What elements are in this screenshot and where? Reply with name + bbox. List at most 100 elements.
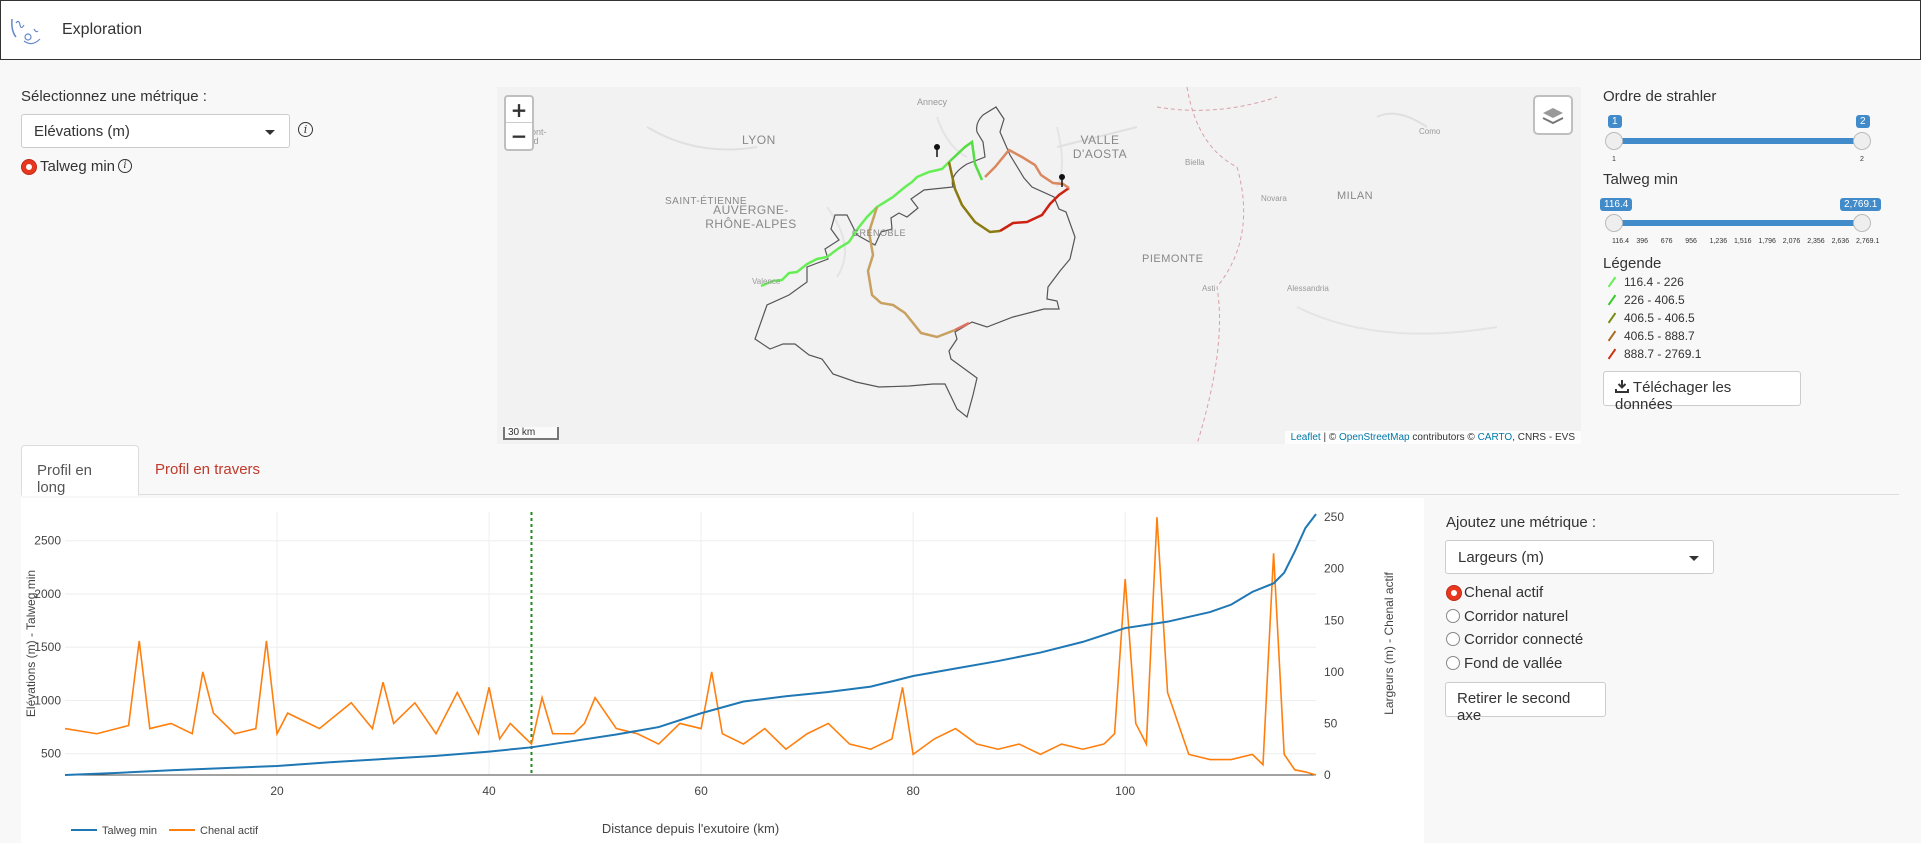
strahler-tick: 2: [1860, 156, 1864, 163]
y-tick-label: 1500: [34, 640, 61, 654]
talweg-max-handle[interactable]: [1853, 214, 1871, 232]
legend-line-icon: [1607, 330, 1617, 342]
legend-item-label: 406.5 - 888.7: [1624, 329, 1695, 343]
talweg-tick: 116.4: [1612, 238, 1629, 245]
talweg-tick: 1,236: [1709, 238, 1728, 245]
second-metric-label: Ajoutez une métrique :: [1446, 514, 1597, 531]
talweg-tick: 2,356: [1807, 238, 1825, 245]
second-metric-select-value: Largeurs (m): [1458, 549, 1544, 566]
x-tick-label: 40: [482, 784, 496, 798]
radio-talweg-min[interactable]: [21, 159, 37, 175]
talweg-slider-track[interactable]: [1614, 220, 1863, 226]
series-line-talweg-min: [64, 513, 1317, 776]
profile-chart[interactable]: 20 40 60 80 100 500 1000 1500 2000 2500 0 50 100 150 2…: [21, 498, 1424, 843]
talweg-tick: 2,076: [1782, 238, 1801, 245]
chevron-down-icon: [265, 130, 275, 135]
map-place-label: PIEMONTE: [1142, 253, 1204, 265]
map-place-label: GRENOBLE: [852, 228, 907, 238]
series-line-chenal-actif: [64, 517, 1317, 776]
strahler-min-handle[interactable]: [1605, 132, 1623, 150]
legend-line-icon: [1607, 312, 1617, 324]
legend-line-icon: [1607, 276, 1617, 288]
attribution-text: , CNRS - EVS: [1512, 432, 1575, 443]
x-tick-label: 100: [1115, 784, 1135, 798]
info-icon[interactable]: i: [118, 159, 132, 173]
profile-plot-panel: 20 40 60 80 100 500 1000 1500 2000 2500 0 50 100 150 2…: [21, 498, 1424, 843]
strahler-tick: 1: [1612, 156, 1616, 163]
map[interactable]: AnnecyLYONClermont-FerrandSAINT-ÉTIENNEA…: [497, 87, 1581, 444]
map-place-label: LYON: [742, 133, 776, 147]
zoom-out-button[interactable]: −: [506, 123, 532, 149]
tab-profil-en-travers[interactable]: Profil en travers: [140, 445, 280, 496]
strahler-slider-track[interactable]: [1614, 138, 1863, 144]
map-place-label: Como: [1419, 127, 1441, 136]
strahler-max-tooltip: 2: [1856, 115, 1870, 128]
x-tick-label: 60: [694, 784, 708, 798]
y2-tick-label: 0: [1324, 768, 1331, 782]
map-place-label: Asti: [1202, 284, 1216, 293]
talweg-min-tooltip: 116.4: [1600, 198, 1633, 211]
radio-label-talweg-min: Talweg min: [40, 158, 116, 175]
metric-select-label: Sélectionnez une métrique :: [21, 88, 207, 105]
talweg-tick: 1,516: [1734, 238, 1752, 245]
strahler-max-handle[interactable]: [1853, 132, 1871, 150]
y2-tick-label: 150: [1324, 613, 1344, 627]
map-place-label: AUVERGNE-RHÔNE-ALPES: [705, 203, 797, 231]
second-metric-select[interactable]: Largeurs (m): [1445, 540, 1714, 574]
leaflet-link[interactable]: Leaflet: [1291, 432, 1321, 443]
legend-item-label: 406.5 - 406.5: [1624, 311, 1695, 325]
x-tick-label: 20: [270, 784, 284, 798]
carto-link[interactable]: CARTO: [1478, 432, 1513, 443]
attribution-text: | ©: [1320, 432, 1339, 443]
logo-icon: [11, 18, 41, 45]
strahler-min-tooltip: 1: [1608, 115, 1622, 128]
download-data-button[interactable]: Téléchager les données: [1603, 371, 1801, 413]
metric-select-value: Elévations (m): [34, 123, 130, 140]
y2-tick-label: 200: [1324, 562, 1344, 576]
talweg-tick: 2,636: [1831, 238, 1850, 245]
remove-second-axis-button[interactable]: Retirer le second axe: [1445, 682, 1606, 724]
y-tick-label: 1000: [34, 693, 61, 707]
radio-option-label: Fond de vallée: [1464, 654, 1563, 672]
radio-option-label: Corridor naturel: [1464, 607, 1569, 625]
radio-option[interactable]: [1446, 585, 1462, 601]
radio-option[interactable]: [1446, 632, 1460, 646]
talweg-tick: 2,769.1: [1856, 238, 1880, 245]
info-icon[interactable]: i: [298, 122, 313, 137]
y2-tick-label: 250: [1324, 510, 1344, 524]
talweg-min-handle[interactable]: [1605, 214, 1623, 232]
zoom-in-button[interactable]: +: [506, 97, 532, 123]
talweg-tick: 396: [1636, 238, 1649, 245]
radio-option[interactable]: [1446, 655, 1460, 670]
legend-label-talweg-min: Talweg min: [102, 825, 157, 837]
y-tick-label: 2000: [34, 587, 61, 601]
legend-label-chenal-actif: Chenal actif: [200, 825, 259, 837]
x-tick-label: 80: [906, 784, 920, 798]
y2-tick-label: 100: [1324, 665, 1344, 679]
talweg-tick: 956: [1685, 238, 1697, 245]
layers-icon: [1542, 108, 1564, 125]
tab-profil-en-long[interactable]: Profil en long: [21, 445, 139, 496]
radio-option[interactable]: [1446, 608, 1460, 623]
talweg-tick: 676: [1660, 238, 1673, 245]
legend-item-label: 226 - 406.5: [1624, 293, 1685, 307]
map-place-label: Valence: [752, 277, 781, 286]
map-place-label: Alessandria: [1287, 284, 1329, 293]
download-label: Téléchager les données: [1615, 379, 1732, 413]
map-place-label: Novara: [1261, 194, 1287, 203]
radio-option-label: Corridor connecté: [1464, 631, 1584, 648]
map-place-label: Annecy: [917, 97, 948, 107]
legend-title: Légende: [1603, 255, 1662, 272]
legend-line-icon: [1607, 348, 1617, 360]
map-place-label: Biella: [1185, 158, 1205, 167]
talweg-max-tooltip: 2,769.1: [1840, 198, 1882, 211]
layers-button[interactable]: [1533, 95, 1573, 135]
zoom-control: + −: [504, 95, 534, 151]
x-axis-title: Distance depuis l'exutoire (km): [602, 821, 779, 836]
osm-link[interactable]: OpenStreetMap: [1339, 432, 1410, 443]
radio-option-label: Chenal actif: [1464, 584, 1544, 601]
metric-select[interactable]: Elévations (m): [21, 114, 290, 148]
y-axis-title: Elévations (m) - Talweg min: [24, 570, 38, 717]
map-attribution: Leaflet | © OpenStreetMap contributors ©…: [1284, 431, 1581, 444]
y-tick-label: 500: [41, 747, 61, 761]
